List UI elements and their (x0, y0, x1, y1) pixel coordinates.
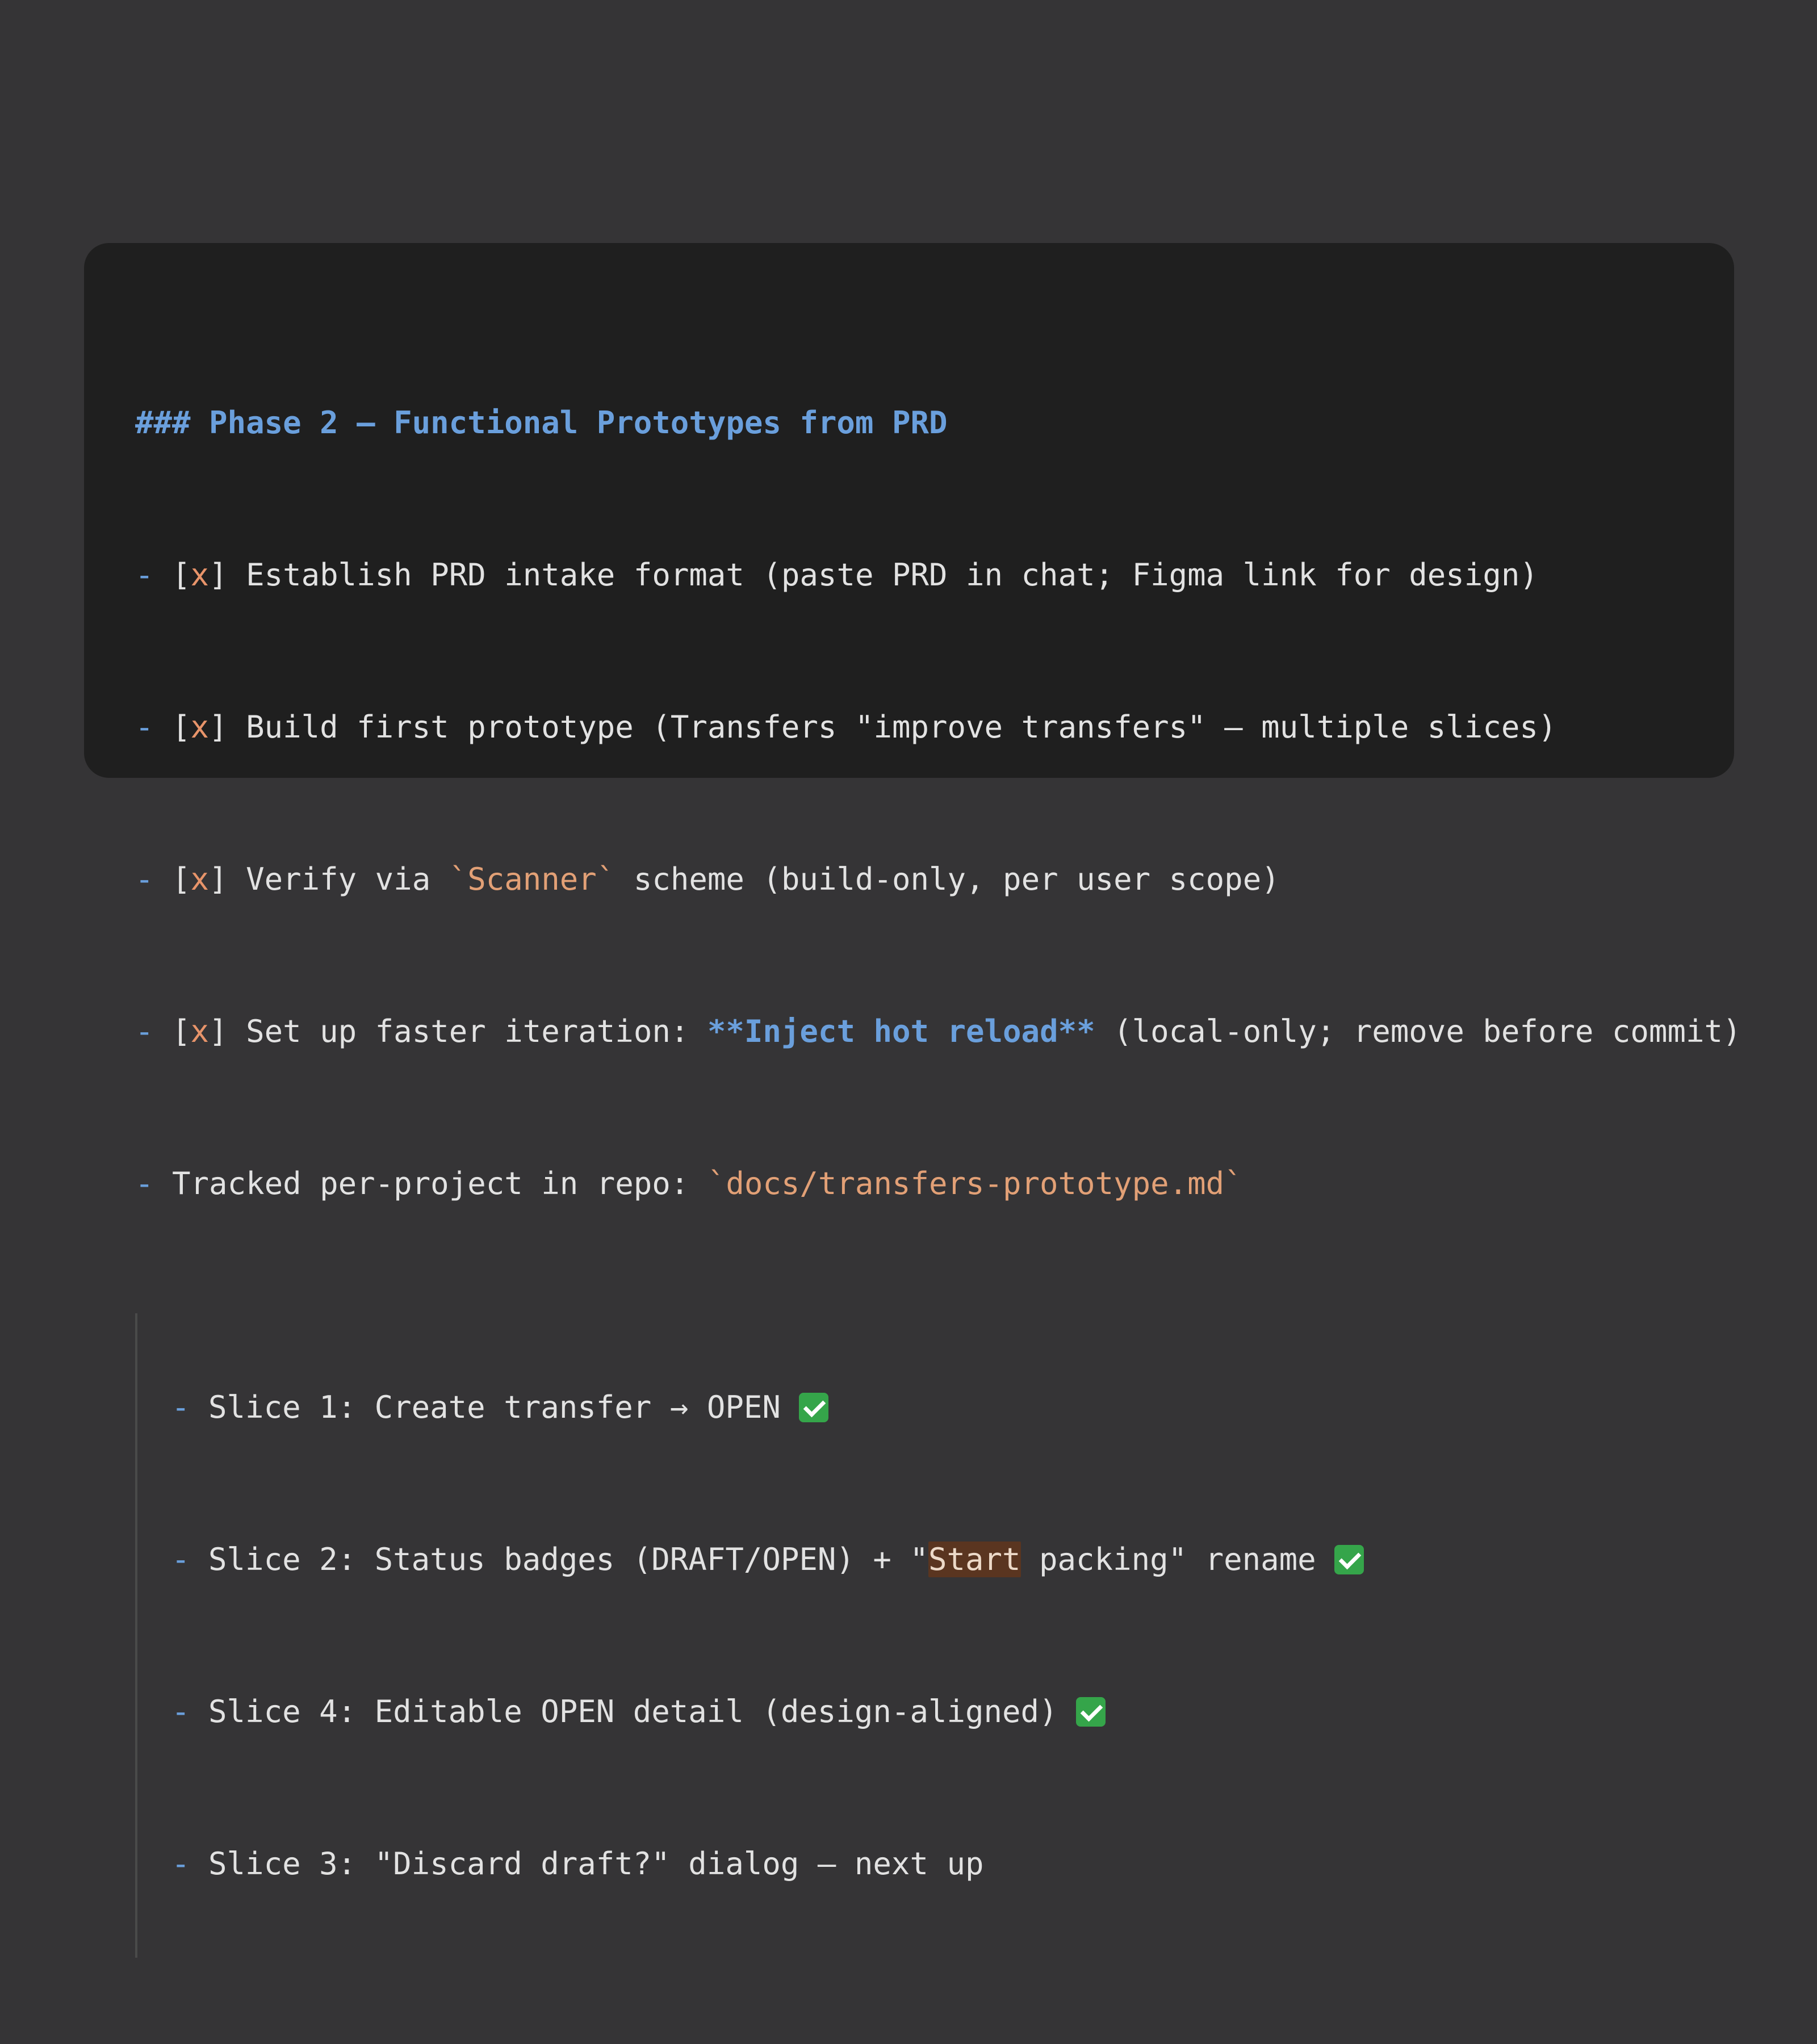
inline-code-doc-path: `docs/transfers-prototype.md` (707, 1166, 1243, 1201)
bold-hot-reload: **Inject hot reload** (707, 1013, 1095, 1049)
slice-list: - Slice 1: Create transfer → OPEN - Slic… (135, 1313, 1734, 1958)
list-dash: - (135, 1166, 173, 1201)
task-text: Set up faster iteration: (246, 1013, 707, 1049)
markdown-content[interactable]: ### Phase 2 — Functional Prototypes from… (135, 293, 1741, 2044)
list-dash: - (171, 1389, 209, 1425)
task-text: Build first prototype (Transfers "improv… (246, 709, 1557, 745)
inline-code-scanner: `Scanner` (449, 861, 616, 897)
checkbox-mark: x (190, 557, 210, 593)
tracked-text: Tracked per-project in repo: (172, 1166, 707, 1201)
check-mark-icon (1076, 1697, 1106, 1727)
slice-item-2: - Slice 2: Status badges (DRAFT/OPEN) + … (135, 1537, 1734, 1582)
tracked-item: - Tracked per-project in repo: `docs/tra… (135, 1161, 1734, 1206)
checkbox-mark: x (190, 709, 210, 745)
slice-text: Slice 2: Status badges (DRAFT/OPEN) + " (208, 1542, 928, 1577)
list-dash: - (171, 1694, 209, 1729)
task-item-intake: - [x] Establish PRD intake format (paste… (135, 557, 1538, 593)
list-dash: - (171, 1542, 209, 1577)
list-dash: - (135, 1013, 173, 1049)
checkbox-mark: x (190, 861, 210, 897)
slice-text-tail: packing" rename (1020, 1542, 1335, 1577)
list-dash: - (171, 1846, 209, 1882)
slice-item-1: - Slice 1: Create transfer → OPEN (135, 1385, 1734, 1430)
task-text-tail: (local-only; remove before commit) (1095, 1013, 1741, 1049)
task-item-verify: - [x] Verify via `Scanner` scheme (build… (135, 861, 1280, 897)
checkbox-mark: x (190, 1013, 210, 1049)
list-dash: - (135, 709, 173, 745)
task-item-iteration: - [x] Set up faster iteration: **Inject … (135, 1013, 1741, 1049)
task-text: Establish PRD intake format (paste PRD i… (246, 557, 1538, 593)
check-mark-icon (799, 1393, 829, 1422)
slice-item-3: - Slice 3: "Discard draft?" dialog — nex… (135, 1841, 1734, 1886)
phase-heading: ### Phase 2 — Functional Prototypes from… (135, 405, 948, 441)
slice-text: Slice 3: "Discard draft?" dialog — next … (208, 1846, 984, 1882)
list-dash: - (135, 557, 173, 593)
slice-item-4: - Slice 4: Editable OPEN detail (design-… (135, 1689, 1734, 1734)
markdown-code-block: ### Phase 2 — Functional Prototypes from… (84, 243, 1741, 1958)
task-item-prototype: - [x] Build first prototype (Transfers "… (135, 709, 1557, 745)
task-text: Verify via (246, 861, 449, 897)
task-text-tail: scheme (build-only, per user scope) (615, 861, 1280, 897)
list-dash: - (135, 861, 173, 897)
slice-text: Slice 1: Create transfer → OPEN (208, 1389, 799, 1425)
slice-text: Slice 4: Editable OPEN detail (design-al… (208, 1694, 1077, 1729)
search-highlight: Start (928, 1542, 1021, 1577)
check-mark-icon (1334, 1545, 1364, 1574)
